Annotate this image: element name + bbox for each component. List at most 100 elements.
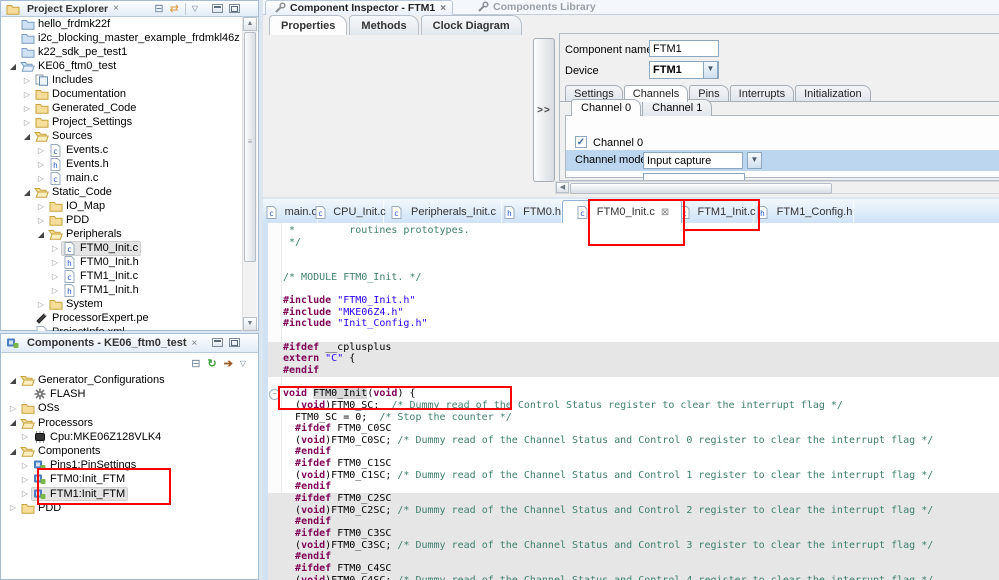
tree-item-ftm1-init-ftm[interactable]: ▷ FTM1:Init_FTM bbox=[1, 486, 258, 501]
tab-properties[interactable]: Properties bbox=[269, 15, 348, 35]
expanded-arrow-icon[interactable]: ◢ bbox=[7, 376, 19, 385]
tree-item-sources[interactable]: ◢ Sources bbox=[1, 129, 245, 143]
minimize-view-icon[interactable] bbox=[212, 338, 223, 347]
collapsed-arrow-icon[interactable]: ▷ bbox=[49, 272, 61, 281]
device-dropdown-icon[interactable]: ▼ bbox=[703, 61, 718, 79]
tree-item-ftm1-init-h[interactable]: ▷ h FTM1_Init.h bbox=[1, 283, 245, 297]
tree-item-io-map[interactable]: ▷ IO_Map bbox=[1, 199, 245, 213]
expand-sections-button[interactable]: >> bbox=[533, 38, 555, 182]
tree-item-processors[interactable]: ◢ Processors bbox=[1, 416, 258, 430]
tree-item-cpu-mke06z128vlk4[interactable]: ▷ Cpu:MKE06Z128VLK4 bbox=[1, 430, 258, 444]
collapsed-arrow-icon[interactable]: ▷ bbox=[7, 404, 19, 413]
link-with-editor-icon[interactable]: ⇄ bbox=[170, 4, 179, 15]
tab-components-library[interactable]: Components Library bbox=[469, 0, 602, 14]
channel-tab-channel-0[interactable]: Channel 0 bbox=[571, 99, 642, 116]
collapsed-arrow-icon[interactable]: ▷ bbox=[19, 461, 31, 470]
expanded-arrow-icon[interactable]: ◢ bbox=[35, 230, 47, 239]
expanded-arrow-icon[interactable]: ◢ bbox=[7, 62, 19, 71]
tree-item-events-c[interactable]: ▷ c Events.c bbox=[1, 143, 245, 157]
tree-item-pins1-pinsettings[interactable]: ▷ Pins1:PinSettings bbox=[1, 458, 258, 472]
tree-item-processorexpert-pe[interactable]: ProcessorExpert.pe bbox=[1, 311, 245, 325]
inspector-hscrollbar[interactable]: ◀ bbox=[555, 181, 999, 194]
tree-item-hello-frdmk22f[interactable]: hello_frdmk22f bbox=[1, 17, 245, 31]
expanded-arrow-icon[interactable]: ◢ bbox=[21, 132, 33, 141]
collapsed-arrow-icon[interactable]: ▷ bbox=[35, 300, 47, 309]
view-menu-icon[interactable]: ▽ bbox=[192, 4, 198, 14]
expanded-arrow-icon[interactable]: ◢ bbox=[7, 418, 19, 427]
editor-tab-cpu-init-c[interactable]: c CPU_Init.c bbox=[315, 201, 386, 223]
collapsed-arrow-icon[interactable]: ▷ bbox=[21, 104, 33, 113]
scrollbar-thumb[interactable]: ≡ bbox=[244, 32, 256, 262]
close-tab-icon[interactable]: ⊠ bbox=[661, 207, 669, 218]
editor-tab-ftm1-init-c[interactable]: c FTM1_Init.c bbox=[679, 201, 756, 223]
tree-item-oss[interactable]: ▷ OSs bbox=[1, 401, 258, 415]
channel-mode-dropdown-icon[interactable]: ▼ bbox=[747, 152, 762, 169]
collapse-all-icon[interactable]: ⊟ bbox=[154, 4, 163, 15]
collapsed-arrow-icon[interactable]: ▷ bbox=[35, 216, 47, 225]
collapsed-arrow-icon[interactable]: ▷ bbox=[21, 76, 33, 85]
close-view-icon[interactable]: × bbox=[113, 3, 119, 14]
update-code-icon[interactable]: ↻ bbox=[207, 359, 216, 370]
collapsed-arrow-icon[interactable]: ▷ bbox=[35, 160, 47, 169]
collapsed-arrow-icon[interactable]: ▷ bbox=[21, 118, 33, 127]
minimize-view-icon[interactable] bbox=[212, 4, 223, 13]
collapsed-arrow-icon[interactable]: ▷ bbox=[49, 286, 61, 295]
tree-item-documentation[interactable]: ▷ Documentation bbox=[1, 87, 245, 101]
fold-collapse-icon[interactable]: − bbox=[269, 389, 280, 400]
tree-item-components[interactable]: ◢ Components bbox=[1, 444, 258, 458]
collapsed-arrow-icon[interactable]: ▷ bbox=[49, 258, 61, 267]
collapsed-arrow-icon[interactable]: ▷ bbox=[35, 174, 47, 183]
tree-item-peripherals[interactable]: ◢ Peripherals bbox=[1, 227, 245, 241]
collapsed-arrow-icon[interactable]: ▷ bbox=[21, 90, 33, 99]
tree-item-ftm1-init-c[interactable]: ▷ c FTM1_Init.c bbox=[1, 269, 245, 283]
tree-item-i2c-blocking-master-example-frdmkl46z[interactable]: i2c_blocking_master_example_frdmkl46z bbox=[1, 31, 245, 45]
collapsed-arrow-icon[interactable]: ▷ bbox=[19, 489, 31, 498]
tab-clock-diagram[interactable]: Clock Diagram bbox=[420, 15, 522, 35]
collapse-all-icon[interactable]: ⊟ bbox=[191, 359, 200, 370]
tree-item-pdd[interactable]: ▷ PDD bbox=[1, 501, 258, 515]
tab-methods[interactable]: Methods bbox=[349, 15, 419, 35]
tab-component-inspector[interactable]: Component Inspector - FTM1 × bbox=[265, 0, 454, 15]
close-view-icon[interactable]: × bbox=[192, 338, 198, 349]
tree-item-pdd[interactable]: ▷ PDD bbox=[1, 213, 245, 227]
tree-item-static-code[interactable]: ◢ Static_Code bbox=[1, 185, 245, 199]
tree-item-includes[interactable]: ▷ Includes bbox=[1, 73, 245, 87]
subtab-interrupts[interactable]: Interrupts bbox=[729, 85, 795, 102]
collapsed-arrow-icon[interactable]: ▷ bbox=[19, 475, 31, 484]
scroll-left-icon[interactable]: ◀ bbox=[556, 182, 569, 193]
tree-item-main-c[interactable]: ▷ c main.c bbox=[1, 171, 245, 185]
subtab-initialization[interactable]: Initialization bbox=[795, 85, 871, 102]
editor-tab-ftm0-init-c[interactable]: c FTM0_Init.c ⊠ bbox=[562, 200, 682, 223]
view-menu-icon[interactable]: ▽ bbox=[240, 359, 246, 369]
close-view-icon[interactable]: × bbox=[440, 3, 446, 14]
maximize-view-icon[interactable] bbox=[229, 338, 240, 347]
generate-code-icon[interactable]: ➔ bbox=[224, 359, 233, 370]
channel0-checkbox[interactable] bbox=[575, 136, 587, 148]
editor-tab-main-c[interactable]: c main.c bbox=[266, 201, 318, 223]
collapsed-arrow-icon[interactable]: ▷ bbox=[35, 202, 47, 211]
tree-item-flash[interactable]: FLASH bbox=[1, 387, 258, 401]
scroll-down-icon[interactable]: ▼ bbox=[243, 317, 257, 331]
tree-item-k22-sdk-pe-test1[interactable]: k22_sdk_pe_test1 bbox=[1, 45, 245, 59]
project-explorer-scrollbar[interactable]: ▲ ≡ ▼ bbox=[242, 17, 257, 331]
tree-item-projectinfo-xml[interactable]: ProjectInfo.xml bbox=[1, 325, 245, 331]
collapsed-arrow-icon[interactable]: ▷ bbox=[35, 146, 47, 155]
collapsed-arrow-icon[interactable]: ▷ bbox=[19, 432, 31, 441]
collapsed-arrow-icon[interactable]: ▷ bbox=[49, 244, 61, 253]
scroll-up-icon[interactable]: ▲ bbox=[243, 17, 257, 31]
expanded-arrow-icon[interactable]: ◢ bbox=[7, 447, 19, 456]
tree-item-ftm0-init-h[interactable]: ▷ h FTM0_Init.h bbox=[1, 255, 245, 269]
expanded-arrow-icon[interactable]: ◢ bbox=[21, 188, 33, 197]
channel-mode-select[interactable]: Input capture bbox=[643, 152, 743, 169]
tree-item-events-h[interactable]: ▷ h Events.h bbox=[1, 157, 245, 171]
component-name-input[interactable]: FTM1 bbox=[649, 40, 719, 57]
editor-tab-ftm0-h[interactable]: h FTM0.h bbox=[502, 201, 562, 223]
tree-item-ftm0-init-ftm[interactable]: ▷ FTM0:Init_FTM bbox=[1, 472, 258, 486]
collapsed-arrow-icon[interactable]: ▷ bbox=[7, 503, 19, 512]
tree-item-ke06-ftm0-test[interactable]: ◢ KE06_ftm0_test bbox=[1, 59, 245, 73]
tree-item-generator-configurations[interactable]: ◢ Generator_Configurations bbox=[1, 373, 258, 387]
code-editor[interactable]: * routines prototypes. */ /* MODULE FTM0… bbox=[263, 223, 999, 580]
maximize-view-icon[interactable] bbox=[229, 4, 240, 13]
tree-item-project-settings[interactable]: ▷ Project_Settings bbox=[1, 115, 245, 129]
editor-tab-ftm1-config-h[interactable]: h FTM1_Config.h bbox=[754, 201, 854, 223]
